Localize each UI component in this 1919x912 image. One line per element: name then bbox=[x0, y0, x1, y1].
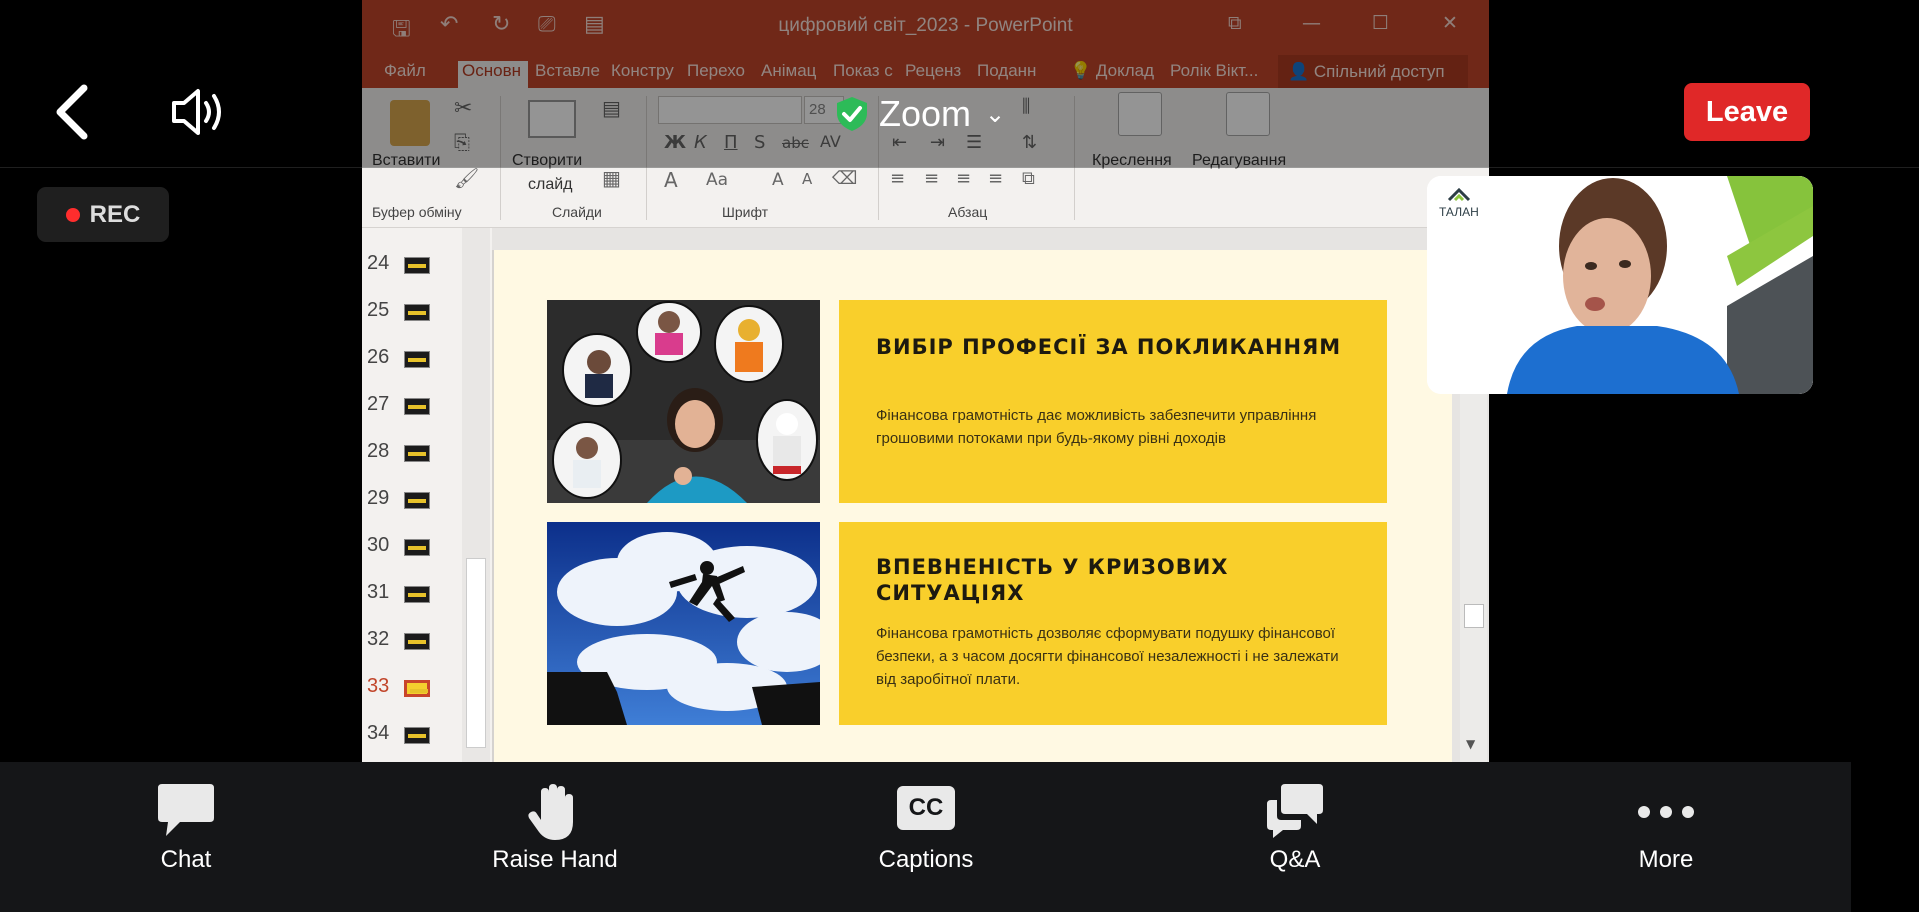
slide-preview bbox=[404, 492, 430, 509]
company-logo: ТАЛАН bbox=[1439, 187, 1479, 219]
font-color-icon[interactable]: A bbox=[664, 168, 678, 192]
slide-thumbnail-pane: 24 25 26 27 28 29 30 31 32 33 34 bbox=[362, 228, 492, 762]
qa-icon bbox=[1267, 784, 1323, 838]
new-slide-label-2[interactable]: слайд bbox=[528, 176, 573, 194]
slide-canvas: ВИБІР ПРОФЕСІЇ ЗА ПОКЛИКАННЯМ Фінансова … bbox=[492, 250, 1452, 762]
more-icon bbox=[1638, 806, 1694, 818]
chat-button[interactable]: Chat bbox=[76, 762, 296, 912]
record-dot-icon bbox=[65, 207, 80, 222]
slide-preview bbox=[404, 398, 430, 415]
section-icon[interactable]: ▦ bbox=[602, 166, 621, 190]
slide-number: 30 bbox=[367, 534, 390, 556]
zoom-title: Zoom bbox=[879, 93, 972, 134]
thumbnail-scrollbar[interactable] bbox=[462, 228, 490, 762]
meeting-info-button[interactable]: Zoom ⌄ bbox=[835, 92, 1005, 136]
slide-number: 26 bbox=[367, 346, 390, 368]
grow-font-icon[interactable]: A bbox=[772, 170, 784, 190]
more-button[interactable]: More bbox=[1556, 762, 1776, 912]
format-painter-icon[interactable]: 🖌 bbox=[454, 166, 479, 190]
raise-hand-label: Raise Hand bbox=[492, 846, 618, 873]
slide-preview bbox=[404, 351, 430, 368]
audio-button[interactable] bbox=[170, 86, 228, 138]
chevron-left-icon bbox=[56, 84, 88, 140]
logo-mark-icon bbox=[1447, 187, 1470, 202]
clear-format-icon[interactable]: ⌫ bbox=[832, 168, 857, 189]
slide-preview bbox=[404, 304, 430, 321]
hand-icon bbox=[528, 784, 573, 840]
meeting-toolbar: Chat Raise Hand CC Captions Q&A More bbox=[0, 762, 1851, 912]
align-left-icon[interactable]: ≡ bbox=[890, 168, 905, 189]
slide-thumbnail[interactable]: 24 bbox=[362, 248, 462, 282]
slide-editor: ВИБІР ПРОФЕСІЇ ЗА ПОКЛИКАННЯМ Фінансова … bbox=[492, 228, 1489, 762]
group-clipboard: Буфер обміну bbox=[372, 204, 462, 220]
shield-icon bbox=[837, 97, 867, 131]
slide-preview bbox=[404, 727, 430, 744]
card-crisis: ВПЕВНЕНІСТЬ У КРИЗОВИХ СИТУАЦІЯХ Фінансо… bbox=[839, 522, 1387, 725]
slide-thumbnail[interactable]: 32 bbox=[362, 624, 462, 658]
group-font: Шрифт bbox=[722, 204, 769, 220]
card-body: Фінансова грамотність дає можливість заб… bbox=[876, 407, 1317, 447]
captions-label: Captions bbox=[878, 846, 974, 873]
rec-label: REC bbox=[89, 200, 141, 228]
speaker-icon bbox=[172, 89, 221, 135]
slide-thumbnail[interactable]: 34 bbox=[362, 718, 462, 752]
slide-number: 33 bbox=[367, 675, 390, 697]
slide-number: 28 bbox=[367, 440, 390, 462]
slide-preview bbox=[404, 586, 430, 603]
card-body: Фінансова грамотність дозволяє сформуват… bbox=[876, 625, 1339, 688]
qa-label: Q&A bbox=[1269, 846, 1321, 873]
group-slides: Слайди bbox=[552, 204, 602, 220]
recording-badge: REC bbox=[37, 187, 169, 242]
card-title: ВИБІР ПРОФЕСІЇ ЗА ПОКЛИКАННЯМ bbox=[876, 335, 1342, 359]
slide-thumbnail[interactable]: 28 bbox=[362, 436, 462, 470]
slide-thumbnail[interactable]: 30 bbox=[362, 530, 462, 564]
slide-thumbnail[interactable]: 26 bbox=[362, 342, 462, 376]
chat-icon bbox=[158, 784, 214, 836]
change-case-icon[interactable]: Aa bbox=[706, 170, 728, 190]
slide-thumbnail[interactable]: 25 bbox=[362, 295, 462, 329]
align-right-icon[interactable]: ≡ bbox=[956, 168, 971, 189]
raise-hand-button[interactable]: Raise Hand bbox=[445, 762, 665, 912]
scroll-down-icon[interactable]: ▼ bbox=[1466, 737, 1475, 751]
slide-preview bbox=[404, 633, 430, 650]
slide-number: 27 bbox=[367, 393, 390, 415]
slide-thumbnail[interactable]: 27 bbox=[362, 389, 462, 423]
cc-icon: CC bbox=[897, 786, 955, 830]
scrollbar-thumb[interactable] bbox=[466, 558, 486, 748]
speaker-video[interactable]: ТАЛАН bbox=[1427, 176, 1813, 394]
shrink-font-icon[interactable]: A bbox=[802, 170, 812, 188]
jump-image bbox=[547, 522, 820, 725]
slide-preview bbox=[404, 680, 430, 697]
professions-image bbox=[547, 300, 820, 503]
back-button[interactable] bbox=[50, 82, 98, 142]
slide-number: 34 bbox=[367, 722, 390, 744]
qa-button[interactable]: Q&A bbox=[1185, 762, 1405, 912]
slide-preview bbox=[404, 539, 430, 556]
company-logo-text: ТАЛАН bbox=[1439, 205, 1479, 219]
slide-number: 25 bbox=[367, 299, 390, 321]
align-center-icon[interactable]: ≡ bbox=[924, 168, 939, 189]
scrollbar-thumb[interactable] bbox=[1464, 604, 1484, 628]
captions-button[interactable]: CC Captions bbox=[816, 762, 1036, 912]
slide-thumbnail[interactable]: 31 bbox=[362, 577, 462, 611]
group-paragraph: Абзац bbox=[948, 204, 988, 220]
slide-preview bbox=[404, 257, 430, 274]
slide-thumbnail[interactable]: 33 bbox=[362, 671, 462, 705]
slide-thumbnail[interactable]: 29 bbox=[362, 483, 462, 517]
slide-number: 32 bbox=[367, 628, 390, 650]
card-title: ВПЕВНЕНІСТЬ У КРИЗОВИХ СИТУАЦІЯХ bbox=[876, 555, 1229, 605]
slide-number: 29 bbox=[367, 487, 390, 509]
smartart-icon[interactable]: ⧉ bbox=[1022, 168, 1035, 189]
justify-icon[interactable]: ≡ bbox=[988, 168, 1003, 189]
leave-button[interactable]: Leave bbox=[1684, 83, 1810, 141]
chevron-down-icon: ⌄ bbox=[985, 100, 1006, 128]
more-label: More bbox=[1638, 846, 1694, 873]
zoom-top-bar bbox=[0, 0, 1919, 168]
chat-label: Chat bbox=[160, 846, 212, 873]
slide-preview bbox=[404, 445, 430, 462]
card-profession: ВИБІР ПРОФЕСІЇ ЗА ПОКЛИКАННЯМ Фінансова … bbox=[839, 300, 1387, 503]
slide-number: 24 bbox=[367, 252, 390, 274]
slide-number: 31 bbox=[367, 581, 390, 603]
